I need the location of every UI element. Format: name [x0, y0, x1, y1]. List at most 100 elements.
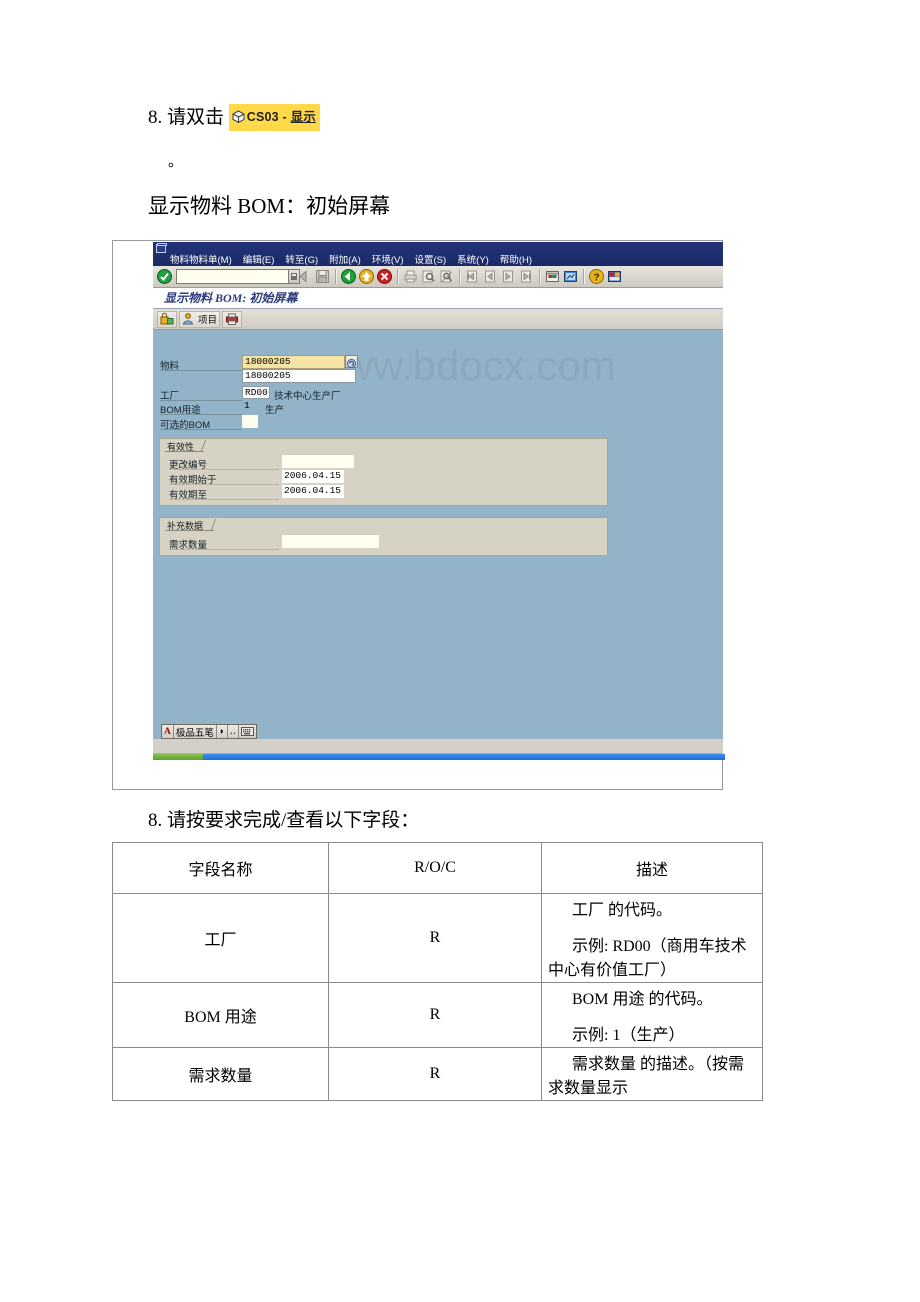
document-page: 8. 请双击 CS03 - 显示 。 显示物料 BOM：初始屏幕 物料物料单(M… [0, 0, 920, 1302]
screenshot-container-cell: 物料物料单(M) 编辑(E) 转至(G) 附加(A) 环境(V) 设置(S) 系… [112, 240, 725, 790]
screen-heading: 显示物料 BOM：初始屏幕 [148, 194, 391, 218]
toolbar-separator [397, 269, 399, 284]
sap-system-menu-icon[interactable] [156, 243, 168, 254]
row-desc-line: 工厂 的代码。 [572, 902, 673, 919]
cs03-label-text: 显示 [290, 110, 316, 124]
table-header-row: 字段名称 R/O/C 描述 [112, 842, 763, 894]
cs03-display-chip[interactable]: CS03 - 显示 [228, 104, 320, 131]
item-button[interactable]: 项目 [179, 310, 221, 328]
ime-name-label[interactable]: 极品五笔 [173, 725, 217, 739]
row-desc-line: BOM 用途 的代码。 [572, 991, 713, 1008]
fields-table: 字段名称 R/O/C 描述 工厂 R 工厂 的代码。 示例: RD00（商用车技… [112, 842, 763, 1101]
help-icon[interactable]: ? [588, 268, 605, 285]
row-description: BOM 用途 的代码。 示例: 1（生产） [541, 982, 763, 1048]
sap-menu-bar: 物料物料单(M) 编辑(E) 转至(G) 附加(A) 环境(V) 设置(S) 系… [153, 242, 723, 266]
sap-status-bar [153, 739, 723, 753]
toolbar-separator [335, 269, 337, 284]
ime-toolbar: A 极品五笔 ◗ ‥ [161, 724, 257, 739]
search-help-icon[interactable] [345, 355, 358, 368]
menu-item-bom[interactable]: 物料物料单(M) [170, 252, 232, 266]
sap-window-title: 显示物料 BOM: 初始屏幕 [153, 288, 723, 309]
menu-item-extras[interactable]: 附加(A) [329, 252, 361, 266]
menu-item-environment[interactable]: 环境(V) [372, 252, 404, 266]
bom-usage-label-underline [160, 414, 242, 415]
change-number-label-underline [169, 469, 279, 470]
ime-punctuation-toggle[interactable]: ◗ [216, 725, 228, 738]
additional-data-group-title-underline [165, 530, 214, 531]
row-roc: R [328, 893, 542, 983]
row-desc-line: 需求数量 的描述。（按需求数量显示 [548, 1056, 745, 1097]
row-field-name: 工厂 [112, 893, 329, 983]
material-description-input[interactable]: 18000205 [242, 369, 356, 383]
menu-item-settings[interactable]: 设置(S) [414, 252, 446, 266]
change-number-input[interactable] [282, 455, 354, 468]
keyboard-icon[interactable] [238, 725, 256, 738]
cube-icon [232, 106, 245, 124]
step-8-fields-line: 8. 请按要求完成/查看以下字段： [148, 810, 420, 831]
bom-usage-input[interactable]: 1 [242, 400, 256, 413]
row-roc: R [328, 1047, 542, 1101]
header-description: 描述 [541, 842, 763, 894]
row-field-name: 需求数量 [112, 1047, 329, 1101]
required-quantity-input[interactable] [282, 535, 379, 548]
back-green-icon[interactable] [340, 268, 357, 285]
enter-green-check-icon[interactable] [156, 268, 173, 285]
ime-halfwidth-toggle[interactable]: ‥ [227, 725, 239, 738]
valid-to-label-underline [169, 499, 279, 500]
windows-taskbar[interactable] [153, 754, 725, 760]
sap-application-toolbar: 项目 [153, 309, 723, 330]
menu-item-goto[interactable]: 转至(G) [285, 252, 318, 266]
menu-item-help[interactable]: 帮助(H) [500, 252, 532, 266]
last-page-icon[interactable] [518, 268, 535, 285]
row-field-name: BOM 用途 [112, 982, 329, 1048]
next-page-icon[interactable] [500, 268, 517, 285]
cancel-red-icon[interactable] [376, 268, 393, 285]
menu-item-edit[interactable]: 编辑(E) [243, 252, 275, 266]
step-8-double-click-line: 8. 请双击 CS03 - 显示 [148, 104, 320, 131]
step-8-trailing-period: 。 [168, 154, 184, 170]
sap-standard-toolbar: ? [153, 266, 723, 288]
material-input[interactable]: 18000205 [242, 355, 345, 369]
cs03-code-text: CS03 [246, 110, 279, 124]
menu-item-system[interactable]: 系统(Y) [457, 252, 489, 266]
bom-group-button[interactable] [157, 310, 177, 328]
row-desc-line: 示例: 1（生产） [572, 1027, 685, 1044]
first-page-icon[interactable] [464, 268, 481, 285]
valid-from-input[interactable]: 2006.04.15 [282, 470, 344, 483]
table-row: BOM 用途 R BOM 用途 的代码。 示例: 1（生产） [112, 982, 763, 1048]
toolbar-separator [539, 269, 541, 284]
plant-label-underline [160, 400, 242, 401]
valid-from-label-underline [169, 484, 279, 485]
ime-mode-indicator[interactable]: A [162, 725, 174, 738]
windows-start-button[interactable] [153, 754, 203, 760]
print-icon[interactable] [402, 268, 419, 285]
valid-to-input[interactable]: 2006.04.15 [282, 485, 344, 498]
toolbar-separator [583, 269, 585, 284]
sap-gui-window: 物料物料单(M) 编辑(E) 转至(G) 附加(A) 环境(V) 设置(S) 系… [153, 242, 723, 754]
alternative-bom-input[interactable] [242, 415, 258, 428]
additional-data-group-box: 补充数据 需求数量 [159, 517, 608, 556]
create-session-icon[interactable] [544, 268, 561, 285]
table-row: 工厂 R 工厂 的代码。 示例: RD00（商用车技术中心有价值工厂） [112, 893, 763, 983]
print-preview-button[interactable] [222, 310, 243, 328]
row-desc-line: 示例: RD00（商用车技术中心有价值工厂） [548, 938, 747, 979]
command-field[interactable] [176, 269, 300, 284]
plant-input[interactable]: RD00 [242, 386, 270, 399]
customize-layout-icon[interactable] [606, 268, 623, 285]
item-button-label: 项目 [198, 315, 218, 326]
header-field-name: 字段名称 [112, 842, 329, 894]
material-label-underline [160, 370, 242, 371]
table-row: 需求数量 R 需求数量 的描述。（按需求数量显示 [112, 1047, 763, 1101]
previous-page-icon[interactable] [482, 268, 499, 285]
step-8-prefix-text: 8. 请双击 [148, 107, 225, 128]
find-next-icon[interactable] [438, 268, 455, 285]
group-slash-decoration [200, 440, 220, 451]
find-icon[interactable] [420, 268, 437, 285]
row-roc: R [328, 982, 542, 1048]
save-icon[interactable] [314, 268, 331, 285]
header-roc: R/O/C [328, 842, 542, 894]
exit-yellow-icon[interactable] [358, 268, 375, 285]
plant-description-text: 技术中心生产厂 [274, 391, 341, 402]
create-shortcut-icon[interactable] [562, 268, 579, 285]
command-field-dropdown-icon[interactable] [288, 269, 300, 284]
